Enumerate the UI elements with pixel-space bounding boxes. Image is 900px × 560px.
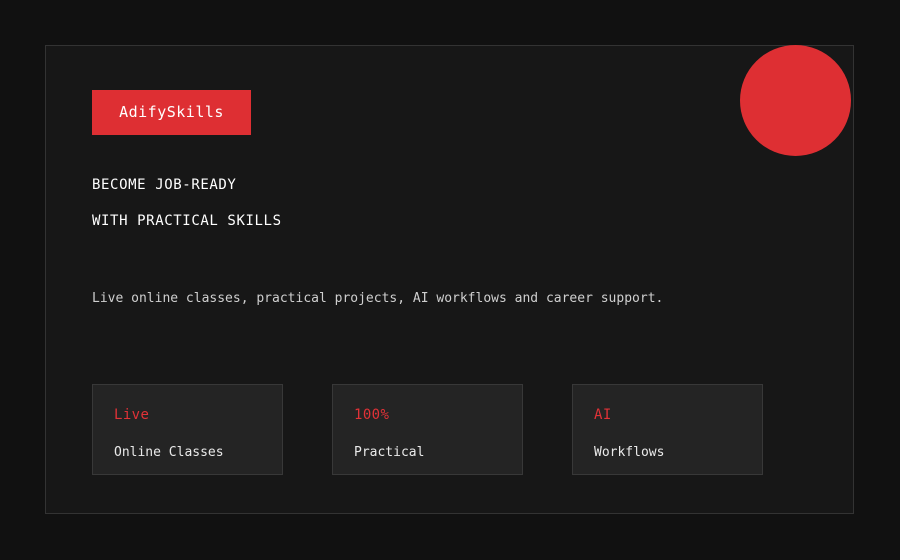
stat-value: 100% [354, 407, 390, 423]
hero-card: AdifySkills BECOME JOB-READY WITH PRACTI… [45, 45, 854, 514]
stat-label: Workflows [594, 445, 665, 460]
decorative-circle [740, 45, 851, 156]
brand-button[interactable]: AdifySkills [92, 90, 251, 135]
stat-card-ai: AI Workflows [572, 384, 763, 475]
stat-card-practical: 100% Practical [332, 384, 523, 475]
stat-label: Online Classes [114, 445, 224, 460]
headline-line-1: BECOME JOB-READY [92, 177, 237, 193]
stat-value: AI [594, 407, 612, 423]
headline-line-2: WITH PRACTICAL SKILLS [92, 213, 282, 229]
stat-label: Practical [354, 445, 425, 460]
hero-description: Live online classes, practical projects,… [92, 291, 664, 306]
stat-value: Live [114, 407, 150, 423]
stat-card-live: Live Online Classes [92, 384, 283, 475]
